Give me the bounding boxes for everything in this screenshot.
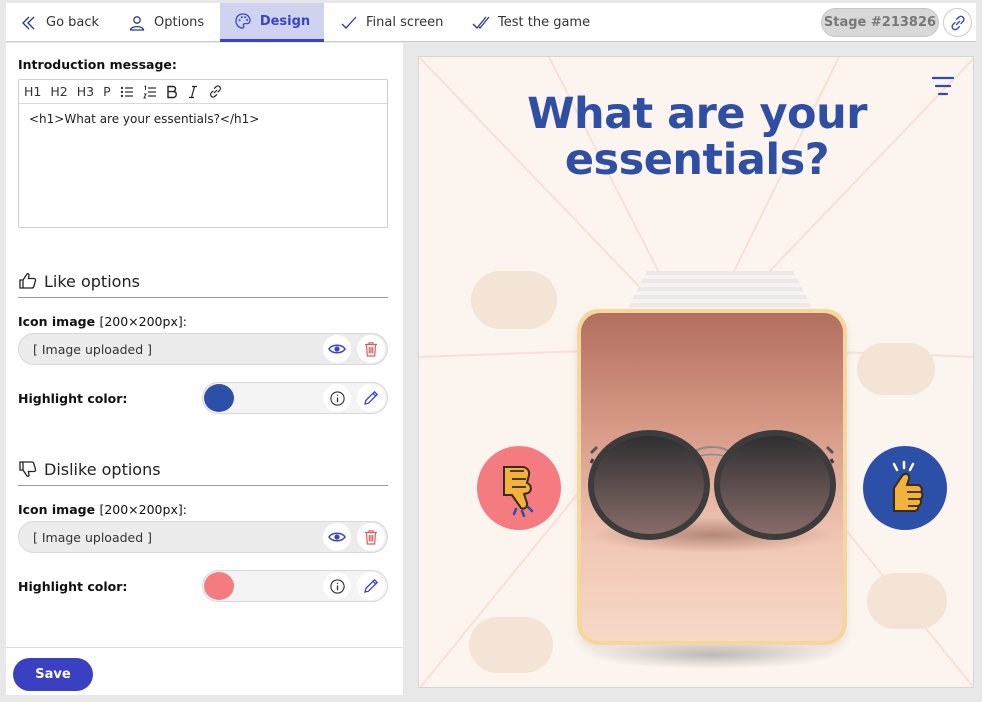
dislike-delete-button[interactable]: [357, 523, 385, 551]
eye-icon: [328, 344, 346, 354]
tab-design[interactable]: Design: [220, 3, 324, 42]
tab-test-the-game[interactable]: Test the game: [472, 3, 592, 42]
tab-test-the-game-label: Test the game: [498, 15, 591, 30]
like-icon-image-text: Icon image: [18, 314, 96, 329]
thumbs-up-emoji-icon: [892, 460, 924, 512]
dislike-upload-status: [ Image uploaded ]: [33, 530, 153, 545]
thumbs-up-icon: [19, 273, 37, 289]
save-button[interactable]: Save: [13, 658, 93, 691]
dislike-color-edit-button[interactable]: [357, 572, 385, 600]
bullet-list-icon: [120, 86, 133, 97]
decor-cloud: [867, 573, 947, 629]
double-check-icon: [472, 16, 490, 29]
palette-icon: [235, 13, 251, 29]
sunglasses-image: [588, 430, 836, 553]
like-color-swatch[interactable]: [204, 384, 234, 412]
decor-cloud: [469, 617, 553, 673]
like-image-upload-field[interactable]: [ Image uploaded ]: [18, 333, 388, 365]
like-options-heading: Like options: [18, 271, 140, 291]
dislike-options-heading: Dislike options: [18, 459, 161, 479]
h2-button[interactable]: H2: [50, 84, 67, 99]
editor-toolbar: H1 H2 H3 P: [19, 80, 387, 104]
double-chevron-left-icon: [22, 16, 35, 29]
dislike-highlight-label: Highlight color:: [18, 579, 128, 594]
like-icon-image-label: Icon image [200×200px]:: [18, 314, 187, 329]
dislike-preview-button[interactable]: [323, 523, 351, 551]
dislike-divider: [18, 485, 388, 486]
dislike-button[interactable]: [477, 446, 561, 530]
bullet-list-button[interactable]: [120, 85, 134, 99]
headline-line-1: What are your: [527, 89, 867, 139]
eye-icon: [328, 532, 346, 542]
like-color-info-button[interactable]: [323, 384, 351, 412]
like-upload-status: [ Image uploaded ]: [33, 342, 153, 357]
thumbs-down-icon: [19, 461, 37, 477]
tab-final-screen[interactable]: Final screen: [340, 3, 450, 42]
like-delete-button[interactable]: [357, 335, 385, 363]
tab-final-screen-label: Final screen: [366, 15, 444, 30]
stage-badge[interactable]: Stage #213826: [821, 8, 939, 37]
dislike-icon-size-text: [200×200px]:: [99, 502, 187, 517]
like-highlight-label: Highlight color:: [18, 391, 128, 406]
info-icon: [329, 390, 345, 406]
thumbs-down-emoji-icon: [503, 466, 534, 517]
link-icon: [209, 85, 221, 98]
dislike-icon-image-text: Icon image: [18, 502, 96, 517]
swipe-card[interactable]: [577, 309, 847, 645]
game-preview: What are your essentials?: [418, 56, 974, 688]
dislike-icon-image-label: Icon image [200×200px]:: [18, 502, 187, 517]
check-icon: [341, 16, 357, 29]
bold-icon: [166, 85, 177, 98]
go-back-button[interactable]: Go back: [20, 3, 110, 42]
tab-design-label: Design: [259, 13, 311, 29]
tab-options[interactable]: Options: [128, 3, 218, 42]
dislike-color-field[interactable]: [202, 570, 388, 602]
like-color-field[interactable]: [202, 382, 388, 414]
like-divider: [18, 297, 388, 298]
like-button[interactable]: [863, 446, 947, 530]
decor-cloud: [857, 343, 935, 395]
insert-link-button[interactable]: [208, 84, 223, 99]
like-options-title: Like options: [44, 271, 140, 291]
pencil-icon: [364, 578, 379, 593]
trash-icon: [365, 342, 377, 357]
bold-button[interactable]: [166, 85, 178, 99]
intro-headline: What are your essentials?: [419, 89, 973, 185]
info-icon: [329, 578, 345, 594]
like-color-edit-button[interactable]: [357, 384, 385, 412]
h3-button[interactable]: H3: [77, 84, 94, 99]
go-back-label: Go back: [46, 15, 100, 30]
trash-icon: [365, 530, 377, 545]
numbered-list-icon: [142, 84, 156, 98]
numbered-list-button[interactable]: [142, 84, 157, 99]
like-icon-size-text: [200×200px]:: [99, 314, 187, 329]
intro-textarea[interactable]: <h1>What are your essentials?</h1>: [19, 104, 387, 134]
link-icon: [950, 15, 965, 30]
paragraph-button[interactable]: P: [103, 84, 111, 99]
italic-button[interactable]: [187, 85, 199, 99]
decor-cloud: [471, 271, 557, 329]
card-image: [581, 313, 843, 641]
card-shadow: [587, 641, 837, 669]
like-preview-button[interactable]: [323, 335, 351, 363]
h1-button[interactable]: H1: [24, 84, 41, 99]
pencil-icon: [364, 390, 379, 405]
dislike-color-info-button[interactable]: [323, 572, 351, 600]
settings-panel: Introduction message: H1 H2 H3 P <h1>Wha…: [6, 43, 403, 695]
user-settings-icon: [129, 15, 145, 31]
dislike-color-swatch[interactable]: [204, 572, 234, 600]
intro-label: Introduction message:: [18, 57, 177, 72]
dislike-image-upload-field[interactable]: [ Image uploaded ]: [18, 521, 388, 553]
intro-editor: H1 H2 H3 P <h1>What are your essentials?…: [18, 79, 388, 228]
top-navigation: Go back Options Design Final screen Test…: [6, 3, 976, 42]
copy-link-button[interactable]: [943, 8, 972, 37]
dislike-options-title: Dislike options: [44, 459, 161, 479]
headline-line-2: essentials?: [564, 135, 830, 185]
footer-divider: [6, 647, 403, 648]
tab-options-label: Options: [154, 15, 205, 30]
italic-icon: [188, 85, 197, 98]
